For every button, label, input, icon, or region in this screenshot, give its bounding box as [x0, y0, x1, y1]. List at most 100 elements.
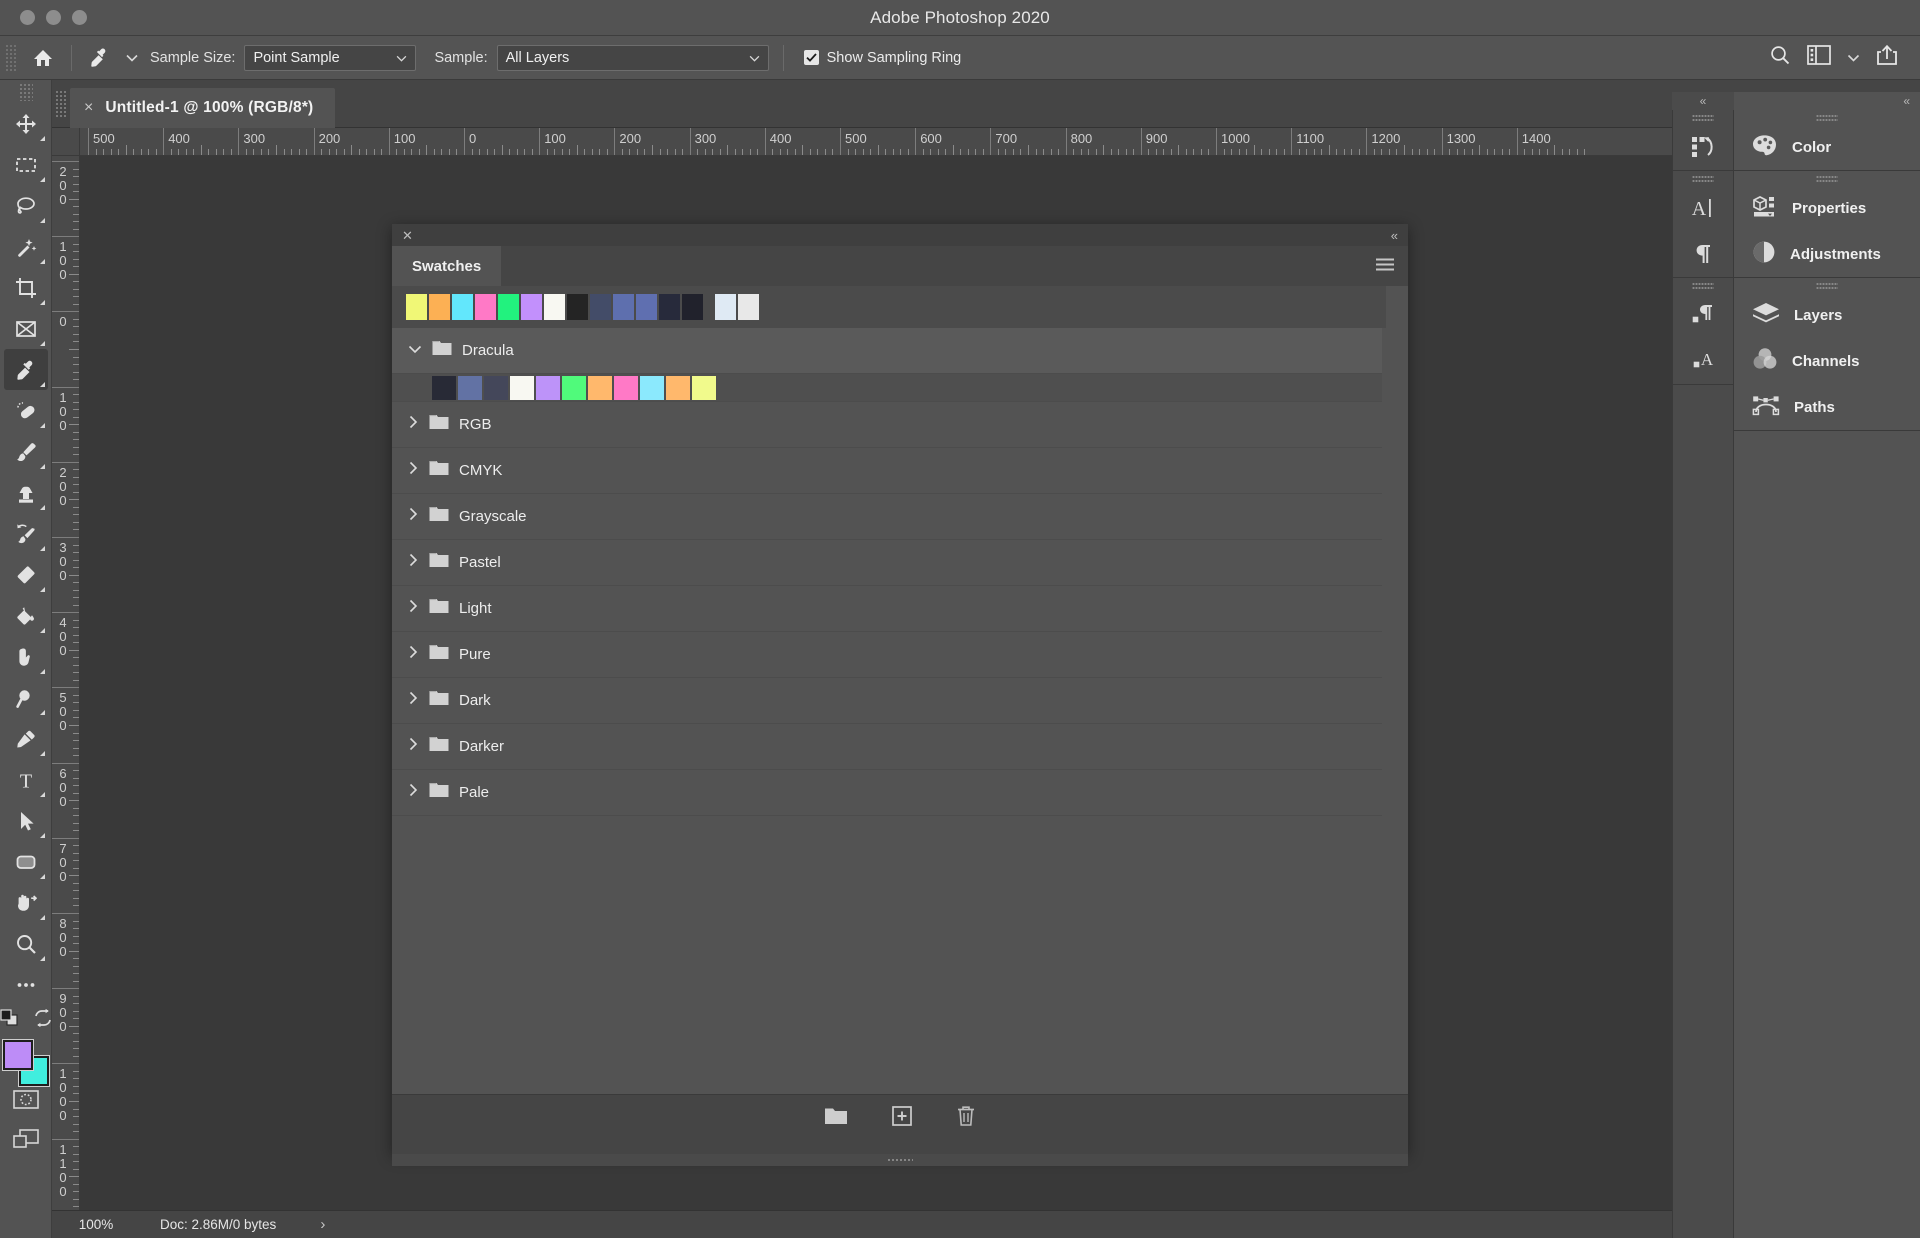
chevron-down-icon[interactable]	[408, 342, 422, 360]
dock-item-color[interactable]: Color	[1734, 124, 1920, 170]
frame-tool[interactable]	[4, 308, 48, 349]
tab-swatches[interactable]: Swatches	[392, 246, 502, 286]
sample-select[interactable]: All Layers	[496, 44, 769, 71]
pen-tool[interactable]	[4, 718, 48, 759]
close-document-icon[interactable]: ×	[84, 100, 93, 116]
move-tool[interactable]	[4, 103, 48, 144]
recent-swatch[interactable]	[738, 294, 759, 320]
dodge-tool[interactable]	[4, 677, 48, 718]
recent-swatch[interactable]	[521, 294, 542, 320]
vertical-ruler[interactable]: 2001000100200300400500600700800900100011…	[52, 156, 80, 1210]
panel-menu-icon[interactable]	[1376, 258, 1394, 277]
swatch[interactable]	[692, 375, 716, 400]
recent-swatch[interactable]	[452, 294, 473, 320]
show-sampling-ring-checkbox[interactable]: Show Sampling Ring	[803, 50, 961, 66]
new-swatch-icon[interactable]	[892, 1106, 912, 1131]
swatches-panel-title-bar[interactable]: ✕ «	[392, 224, 1408, 246]
dock-item-properties[interactable]: Properties	[1734, 185, 1920, 231]
swatch[interactable]	[588, 375, 612, 400]
gradient-tool[interactable]	[4, 595, 48, 636]
chevron-right-icon[interactable]	[408, 507, 419, 526]
recent-swatch[interactable]	[567, 294, 588, 320]
recent-swatch[interactable]	[498, 294, 519, 320]
search-icon[interactable]	[1769, 44, 1791, 71]
swatch[interactable]	[666, 375, 690, 400]
swatch[interactable]	[640, 375, 664, 400]
swatch-group-row[interactable]: Dark	[392, 678, 1382, 724]
eyedropper-tool[interactable]	[3, 349, 48, 390]
quick-mask-icon[interactable]	[12, 1090, 39, 1114]
chevron-right-icon[interactable]	[408, 691, 419, 710]
swatch-group-row[interactable]: Grayscale	[392, 494, 1382, 540]
recent-swatch[interactable]	[613, 294, 634, 320]
swap-colors-icon[interactable]	[34, 1008, 52, 1032]
dock-icons-collapse[interactable]: «	[1672, 92, 1734, 110]
chevron-right-icon[interactable]	[408, 783, 419, 802]
dock-group-grip[interactable]	[1673, 110, 1733, 124]
brush-tool[interactable]	[4, 431, 48, 472]
dock-item-adjustments[interactable]: Adjustments	[1734, 231, 1920, 277]
paragraph-styles-icon[interactable]	[1673, 292, 1733, 338]
swatch-group-row[interactable]: Dracula	[392, 328, 1382, 374]
close-icon[interactable]: ✕	[402, 229, 413, 242]
panel-resize-handle[interactable]	[392, 1154, 1408, 1166]
ruler-corner[interactable]	[52, 128, 80, 156]
crop-tool[interactable]	[4, 267, 48, 308]
share-icon[interactable]	[1876, 44, 1898, 71]
dock-item-channels[interactable]: Channels	[1734, 338, 1920, 384]
dock-group-grip[interactable]	[1734, 110, 1920, 124]
hand-tool[interactable]	[4, 882, 48, 923]
clone-stamp-tool[interactable]	[4, 472, 48, 513]
spot-healing-brush-tool[interactable]	[4, 390, 48, 431]
recent-swatch[interactable]	[590, 294, 611, 320]
swatch-group-row[interactable]: Pure	[392, 632, 1382, 678]
options-bar-grip[interactable]	[5, 43, 17, 72]
recent-swatch[interactable]	[475, 294, 496, 320]
swatch[interactable]	[510, 375, 534, 400]
horizontal-ruler[interactable]: 500 400 300 200 100 0 100 200 300 400 500 600 700 800…	[80, 128, 1920, 156]
status-expand-icon[interactable]: ›	[320, 1216, 325, 1233]
edit-toolbar[interactable]	[4, 964, 48, 1005]
swatch-group-row[interactable]: Pale	[392, 770, 1382, 816]
character-icon[interactable]: A	[1673, 185, 1733, 231]
path-selection-tool[interactable]	[4, 800, 48, 841]
chevron-right-icon[interactable]	[408, 645, 419, 664]
swatch[interactable]	[484, 375, 508, 400]
zoom-tool[interactable]	[4, 923, 48, 964]
swatch-group-row[interactable]: CMYK	[392, 448, 1382, 494]
lasso-tool[interactable]	[4, 185, 48, 226]
swatch[interactable]	[536, 375, 560, 400]
blur-tool[interactable]	[4, 636, 48, 677]
eyedropper-icon[interactable]	[80, 42, 120, 74]
new-group-folder-icon[interactable]	[824, 1107, 848, 1130]
dock-item-layers[interactable]: Layers	[1734, 292, 1920, 338]
collapse-panel-icon[interactable]: «	[1391, 229, 1398, 242]
recent-swatch[interactable]	[636, 294, 657, 320]
recent-swatch[interactable]	[429, 294, 450, 320]
rectangular-marquee-tool[interactable]	[4, 144, 48, 185]
dock-group-grip[interactable]	[1673, 171, 1733, 185]
chevron-right-icon[interactable]	[408, 415, 419, 434]
chevron-right-icon[interactable]	[408, 461, 419, 480]
swatch-group-row[interactable]: RGB	[392, 402, 1382, 448]
dock-panels-collapse[interactable]: «	[1734, 92, 1920, 110]
chevron-right-icon[interactable]	[408, 599, 419, 618]
object-selection-tool[interactable]	[4, 226, 48, 267]
document-tab[interactable]: × Untitled‑1 @ 100% (RGB/8*)	[70, 88, 336, 128]
tool-preset-chevron-down-icon[interactable]	[120, 42, 144, 74]
chevron-down-icon[interactable]	[1847, 49, 1860, 67]
recent-swatch[interactable]	[682, 294, 703, 320]
zoom-level[interactable]: 100%	[52, 1217, 140, 1232]
type-tool[interactable]: T	[4, 759, 48, 800]
foreground-color-chip[interactable]	[1, 1039, 34, 1071]
swatch-group-row[interactable]: Light	[392, 586, 1382, 632]
swatch[interactable]	[614, 375, 638, 400]
home-icon[interactable]	[23, 42, 63, 74]
chevron-right-icon[interactable]	[408, 553, 419, 572]
character-styles-icon[interactable]: A	[1673, 338, 1733, 384]
swatch-group-row[interactable]: Pastel	[392, 540, 1382, 586]
recent-colors-row[interactable]	[392, 286, 1386, 328]
recent-swatch[interactable]	[715, 294, 736, 320]
swatch[interactable]	[458, 375, 482, 400]
paragraph-icon[interactable]	[1673, 231, 1733, 277]
